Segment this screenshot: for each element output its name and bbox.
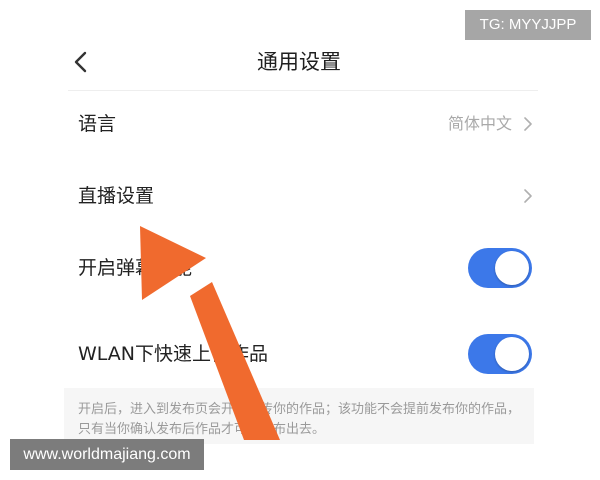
setting-label-danmaku: 开启弹幕功能: [78, 257, 193, 279]
setting-label-wlan-upload: WLAN下快速上传作品: [78, 343, 269, 365]
hint-text: 开启后，进入到发布页会开始上传你的作品；该功能不会提前发布你的作品，只有当你确认…: [78, 402, 521, 437]
toggle-knob: [495, 337, 529, 371]
chevron-left-icon: [74, 51, 87, 73]
setting-value-language: 简体中文: [447, 114, 512, 133]
setting-row-wlan-upload: WLAN下快速上传作品: [68, 326, 538, 386]
settings-screen: 通用设置 语言 简体中文 直播设置 开启弹幕功能 WLAN下快速上传作品 开启后…: [58, 0, 540, 480]
page-title: 通用设置: [257, 50, 341, 74]
setting-row-language[interactable]: 语言 简体中文: [68, 96, 538, 156]
toggle-knob: [495, 251, 529, 285]
danmaku-toggle[interactable]: [468, 248, 532, 288]
back-button[interactable]: [68, 48, 96, 76]
chevron-right-icon: [524, 117, 532, 131]
watermark-site: www.worldmajiang.com: [10, 439, 204, 470]
chevron-right-icon: [524, 189, 532, 203]
setting-row-live[interactable]: 直播设置: [68, 168, 538, 228]
watermark-tg: TG: MYYJJPP: [465, 10, 591, 40]
setting-label-language: 语言: [78, 113, 117, 135]
setting-label-live: 直播设置: [78, 185, 155, 207]
header-divider: [68, 90, 538, 91]
wlan-upload-toggle[interactable]: [468, 334, 532, 374]
hint-box: 开启后，进入到发布页会开始上传你的作品；该功能不会提前发布你的作品，只有当你确认…: [64, 388, 534, 444]
top-bar: 通用设置: [58, 40, 540, 86]
setting-row-danmaku: 开启弹幕功能: [68, 240, 538, 300]
